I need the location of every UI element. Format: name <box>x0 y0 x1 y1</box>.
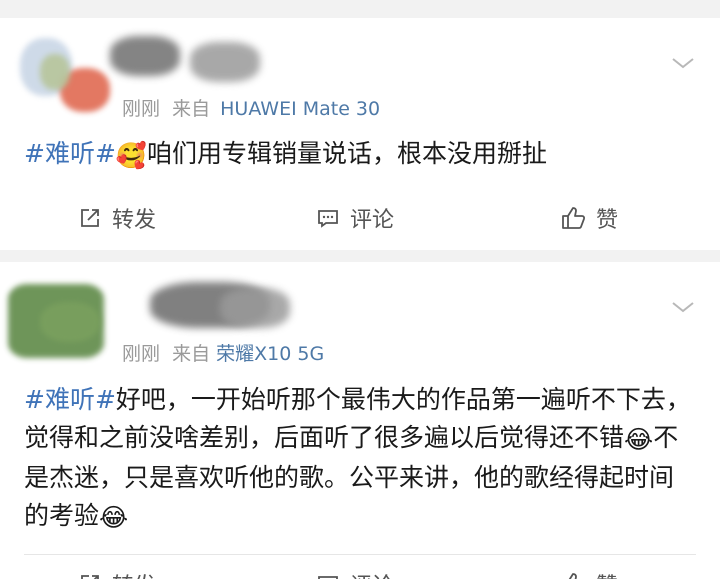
repost-label: 转发 <box>112 568 156 579</box>
username-obscured <box>190 42 260 82</box>
post-card[interactable]: 刚刚 来自 荣耀X10 5G #难听#好吧，一开始听那个最伟大的作品第一遍听不下… <box>0 262 720 579</box>
like-label: 赞 <box>596 568 618 579</box>
comment-label: 评论 <box>350 208 395 233</box>
post-actions: 转发 评论 赞 <box>0 562 720 579</box>
comment-label: 评论 <box>350 568 394 579</box>
post-time: 刚刚 <box>122 98 161 120</box>
comment-icon <box>318 210 338 228</box>
weibo-feed: 刚刚 来自 HUAWEI Mate 30 #难听#🥰咱们用专辑销量说话，根本没用… <box>0 0 720 579</box>
laughing-emoji-icon: 😂 <box>99 503 129 532</box>
post-source-label: 来自 <box>172 98 211 120</box>
repost-button[interactable]: 转发 <box>78 562 156 579</box>
comment-button[interactable]: 评论 <box>316 562 394 579</box>
username-obscured <box>220 288 290 328</box>
post-time: 刚刚 <box>122 343 161 365</box>
divider <box>24 554 696 555</box>
post-device[interactable]: 荣耀X10 5G <box>216 343 324 365</box>
hashtag-link[interactable]: #难听# <box>24 139 116 168</box>
repost-button[interactable]: 转发 <box>78 196 156 240</box>
repost-icon <box>81 209 99 227</box>
like-button[interactable]: 赞 <box>560 196 618 240</box>
avatar-image-part <box>40 302 100 342</box>
post-source-label: 来自 <box>172 343 211 365</box>
post-content: #难听#好吧，一开始听那个最伟大的作品第一遍听不下去，觉得和之前没啥差别，后面听… <box>24 381 694 537</box>
repost-label: 转发 <box>112 208 157 233</box>
avatar-image-part <box>40 54 70 90</box>
thumbs-up-icon <box>562 207 586 229</box>
like-button[interactable]: 赞 <box>560 562 618 579</box>
comment-icon <box>318 576 338 579</box>
post-meta: 刚刚 来自 荣耀X10 5G <box>122 339 324 366</box>
comment-button[interactable]: 评论 <box>316 196 394 240</box>
laughing-emoji-icon: 😂 <box>624 425 654 454</box>
post-meta: 刚刚 来自 HUAWEI Mate 30 <box>122 94 380 121</box>
username-obscured <box>110 36 180 76</box>
post-content: #难听#🥰咱们用专辑销量说话，根本没用掰扯 <box>24 135 694 175</box>
chevron-down-icon[interactable] <box>670 54 696 72</box>
post-card[interactable]: 刚刚 来自 HUAWEI Mate 30 #难听#🥰咱们用专辑销量说话，根本没用… <box>0 18 720 250</box>
thumbs-up-icon <box>568 573 577 579</box>
post-actions: 转发 评论 赞 <box>0 196 720 240</box>
face-emoji-icon: 🥰 <box>115 141 148 170</box>
post-text: 好吧，一开始听那个最伟大的作品第一遍听不下去，觉得和之前没啥差别，后面听了很多遍… <box>24 385 691 452</box>
like-label: 赞 <box>596 208 619 233</box>
hashtag-link[interactable]: #难听# <box>24 385 116 414</box>
repost-icon <box>81 575 99 579</box>
chevron-down-icon[interactable] <box>670 298 696 316</box>
post-text: 咱们用专辑销量说话，根本没用掰扯 <box>147 139 548 168</box>
post-device[interactable]: HUAWEI Mate 30 <box>220 98 380 120</box>
